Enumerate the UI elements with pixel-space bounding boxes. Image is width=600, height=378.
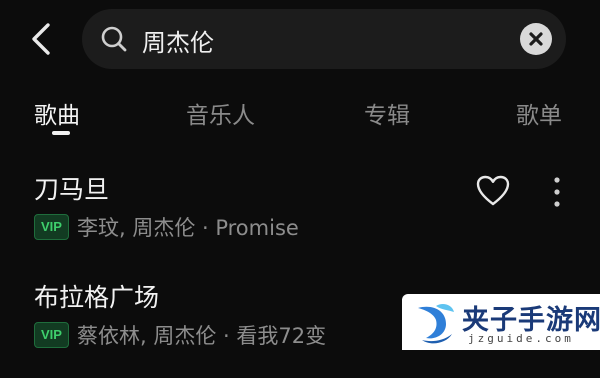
search-icon — [101, 26, 127, 52]
song-meta: VIP 蔡依林, 周杰伦 · 看我72变 — [34, 322, 326, 348]
watermark-logo-icon — [418, 304, 454, 344]
back-arrow-icon[interactable] — [26, 22, 58, 56]
search-bar[interactable] — [82, 9, 566, 69]
vip-badge: VIP — [34, 322, 69, 348]
vip-badge: VIP — [34, 214, 69, 240]
tab-songs[interactable]: 歌曲 — [34, 96, 80, 130]
tab-artists[interactable]: 音乐人 — [186, 96, 255, 130]
song-artists: 蔡依林, 周杰伦 · 看我72变 — [76, 324, 327, 348]
site-watermark: 夹子手游网 jzguide.com — [402, 294, 600, 350]
song-row[interactable]: 刀马旦 VIP 李玟, 周杰伦 · Promise — [0, 170, 600, 270]
close-icon — [529, 32, 543, 46]
search-input[interactable] — [140, 21, 504, 59]
top-bar — [0, 0, 600, 78]
song-meta: VIP 李玟, 周杰伦 · Promise — [34, 214, 299, 240]
song-title: 布拉格广场 — [34, 283, 160, 312]
clear-search-button[interactable] — [520, 23, 552, 55]
active-tab-indicator — [52, 131, 70, 135]
tab-albums[interactable]: 专辑 — [364, 96, 410, 130]
song-artists: 李玟, 周杰伦 · Promise — [76, 216, 299, 240]
result-tabs: 歌曲 音乐人 专辑 歌单 — [0, 90, 600, 140]
watermark-url: jzguide.com — [468, 332, 574, 345]
more-vertical-icon[interactable] — [544, 174, 570, 210]
tab-playlists[interactable]: 歌单 — [516, 96, 562, 130]
heart-icon[interactable] — [475, 174, 511, 208]
song-title: 刀马旦 — [34, 175, 110, 204]
